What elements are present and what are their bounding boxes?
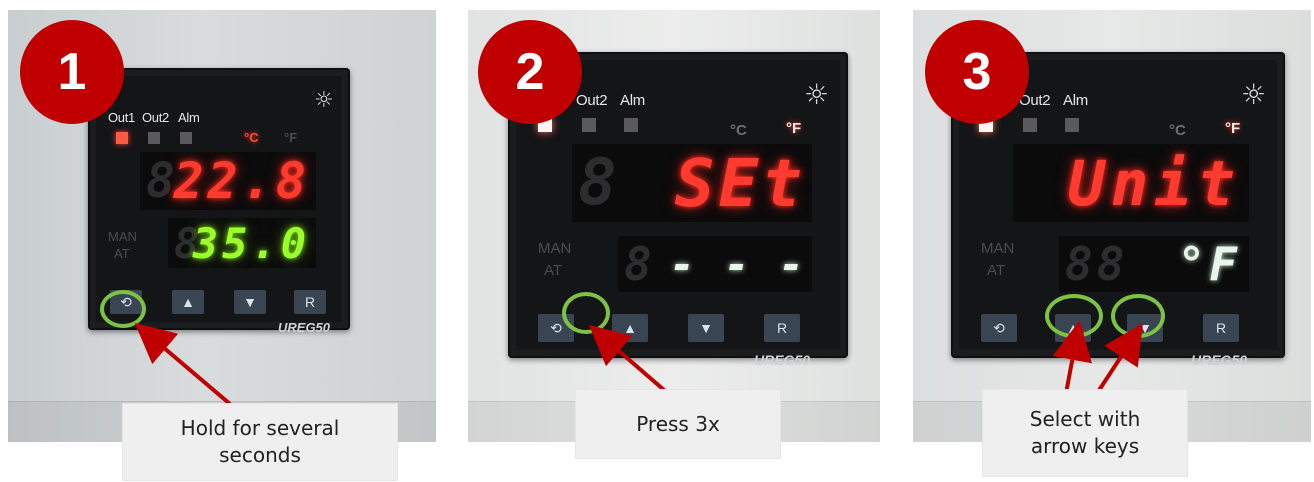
step-badge-3: 3 [925, 20, 1029, 124]
step-badge-2: 2 [478, 20, 582, 124]
arrow-to-cycle-button-2 [588, 324, 666, 392]
step-badge-1: 1 [20, 20, 124, 124]
caption-step-3: Select with arrow keys [983, 390, 1187, 476]
arrow-to-cycle-button-1 [134, 323, 232, 406]
caption-step-2: Press 3x [576, 390, 780, 458]
caption-step-1: Hold for several seconds [123, 404, 397, 480]
